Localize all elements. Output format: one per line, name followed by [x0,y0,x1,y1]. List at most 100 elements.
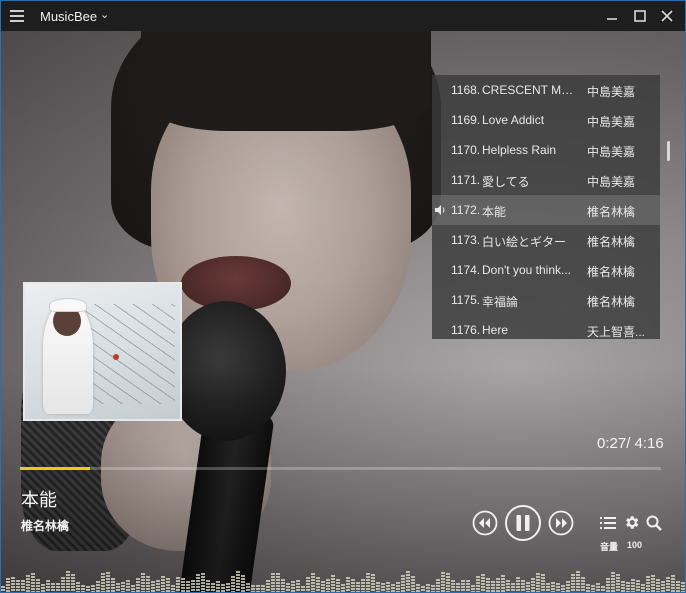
equalizer-bar [676,581,680,592]
speaker-icon [435,205,445,215]
playlist-row[interactable]: 1170. Helpless Rain 中島美嘉 [432,135,660,165]
equalizer-bar [116,583,120,592]
equalizer-bar [316,577,320,592]
album-art[interactable] [23,282,182,421]
hamburger-menu-icon[interactable] [10,10,24,22]
equalizer-bar [181,578,185,592]
equalizer-bar [301,586,305,592]
equalizer-bar [16,580,20,592]
progress-bar[interactable] [20,467,661,470]
equalizer-bar [511,583,515,592]
now-playing-list[interactable]: 1168. CRESCENT MO... 中島美嘉 1169. Love Addict 中… [432,75,660,339]
volume-value[interactable]: 100 [627,540,642,550]
equalizer-bar [131,585,135,592]
equalizer-bar [461,580,465,592]
equalizer-bar [361,579,365,592]
track-number: 1176. [451,323,481,337]
track-artist: 中島美嘉 [587,115,636,129]
equalizer-bar [281,579,285,592]
equalizer-bar [261,585,265,592]
list-icon [600,517,616,529]
equalizer-bar [266,580,270,592]
equalizer-bar [566,581,570,592]
chevron-down-icon[interactable]: ⌄ [100,8,109,21]
equalizer-bar [246,583,250,592]
track-number: 1173. [451,233,481,247]
track-number: 1174. [451,263,481,277]
app-title[interactable]: MusicBee [40,9,97,24]
equalizer-bar [196,574,200,592]
equalizer-bar [176,577,180,592]
track-number: 1171. [451,173,481,187]
equalizer-bar [386,582,390,592]
equalizer-bar [481,574,485,592]
equalizer-bar [21,580,25,592]
previous-button[interactable] [472,510,498,536]
track-title: Love Addict [482,113,545,127]
equalizer-bar [556,583,560,592]
equalizer-bar [406,571,410,592]
equalizer-bar [81,585,85,592]
equalizer-bar [221,584,225,592]
equalizer-bar [681,582,685,592]
equalizer-bar [151,581,155,592]
equalizer-bar [101,573,105,592]
equalizer-bar [271,573,275,592]
track-number: 1169. [451,113,481,127]
equalizer-bar [431,585,435,592]
equalizer-bar [476,576,480,592]
equalizer-bar [601,586,605,592]
equalizer-bar [376,582,380,592]
minimize-icon[interactable] [603,7,621,25]
previous-icon [472,510,498,536]
equalizer-bar [606,578,610,592]
equalizer-bar [391,584,395,592]
equalizer-bar [371,574,375,592]
playlist-view-button[interactable] [600,515,616,531]
equalizer-bar [216,581,220,592]
equalizer-bar [366,573,370,592]
equalizer-bar [46,580,50,592]
equalizer-bar [111,578,115,592]
track-title: 本能 [482,205,507,219]
settings-button[interactable] [623,514,640,531]
equalizer-bar [426,584,430,592]
playlist-row[interactable]: 1169. Love Addict 中島美嘉 [432,105,660,135]
equalizer-bar [591,585,595,592]
maximize-icon[interactable] [631,7,649,25]
equalizer-bar [136,578,140,592]
equalizer-bar [51,583,55,592]
playlist-row[interactable]: 1168. CRESCENT MO... 中島美嘉 [432,75,660,105]
equalizer-bar [466,580,470,592]
equalizer-bar [1,586,5,592]
volume-label: 音量 [600,542,619,552]
playlist-row[interactable]: 1173. 白い絵とギター 椎名林檎 [432,225,660,255]
equalizer-bar [451,580,455,592]
equalizer-bar [581,577,585,592]
close-icon[interactable] [658,7,676,25]
next-button[interactable] [548,510,574,536]
track-title: Helpless Rain [482,143,557,157]
search-button[interactable] [646,515,662,531]
equalizer-bar [71,574,75,592]
equalizer-bar [251,585,255,592]
track-artist: 中島美嘉 [587,175,636,189]
playlist-row[interactable]: 1171. 愛してる 中島美嘉 [432,165,660,195]
musicbee-window: MusicBee ⌄ 1168. CRESCENT MO... 中島美嘉 1169. L… [0,0,686,593]
equalizer-bar [41,584,45,592]
equalizer-bar [91,585,95,592]
playlist-row[interactable]: 1175. 幸福論 椎名林檎 [432,285,660,315]
equalizer-bar [306,577,310,592]
playlist-scrollbar[interactable] [667,141,670,161]
equalizer-bar [336,579,340,592]
equalizer-bar [256,585,260,592]
playlist-row[interactable]: 1174. Don't you think... 椎名林檎 [432,255,660,285]
playlist-row[interactable]: 1172. 本能 椎名林檎 [432,195,660,225]
equalizer-bar [531,578,535,592]
pause-button[interactable] [504,504,542,542]
equalizer-bar [156,580,160,592]
equalizer-bar [161,576,165,592]
equalizer-bar [236,571,240,592]
equalizer-bar [321,581,325,592]
playlist-row[interactable]: 1176. Here 天上智喜... [432,315,660,339]
